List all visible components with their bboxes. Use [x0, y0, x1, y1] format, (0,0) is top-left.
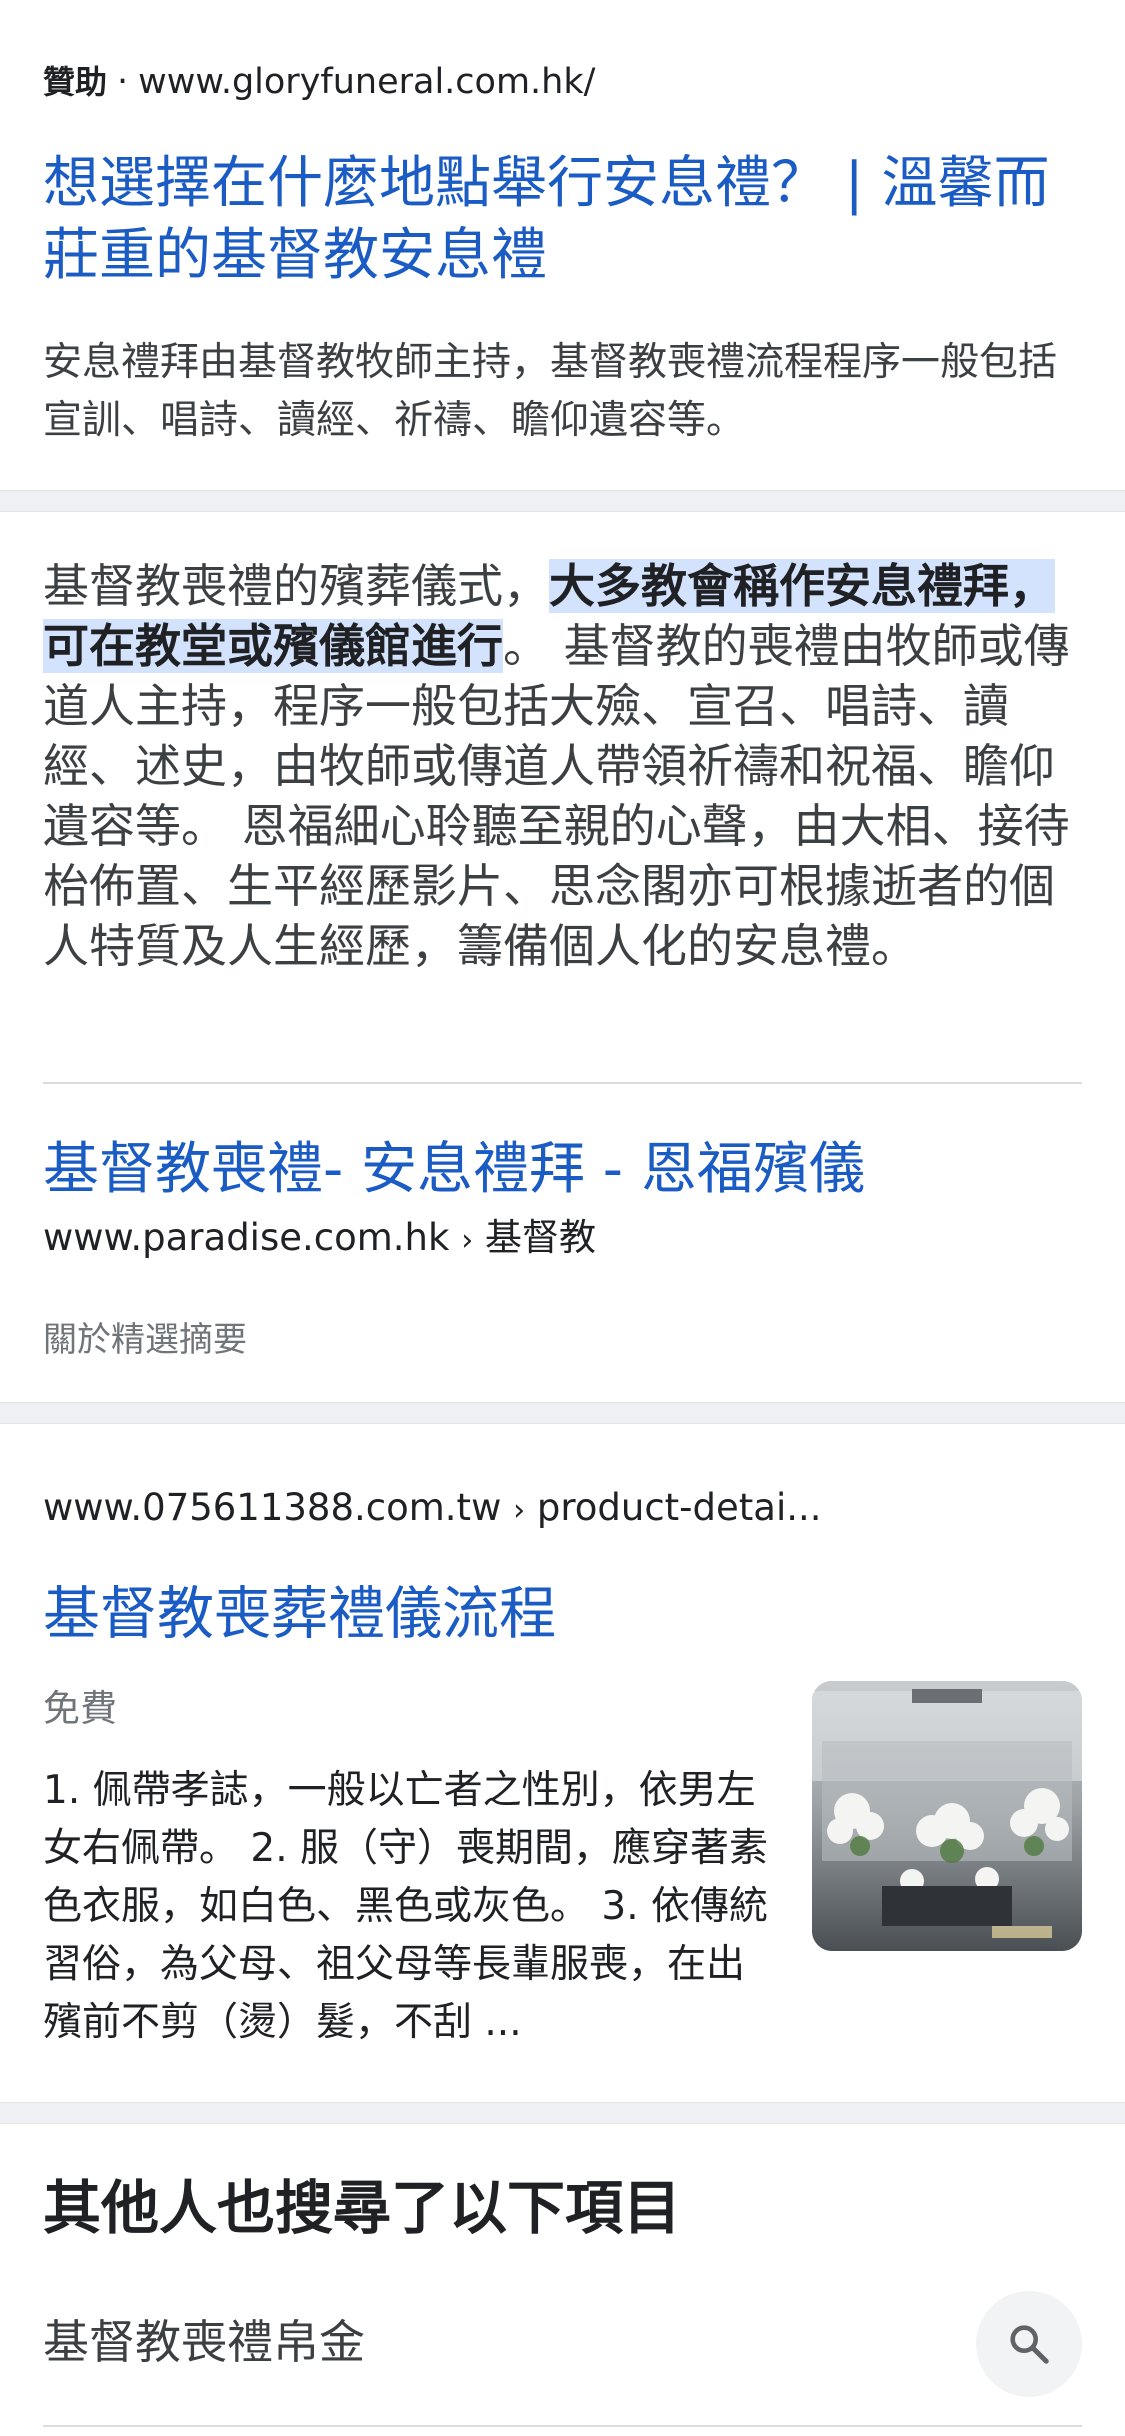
result-thumbnail[interactable] — [812, 1681, 1082, 1951]
related-search-item[interactable]: 基督教喪禮帛金 — [43, 2310, 1082, 2374]
dot-separator: · — [117, 62, 129, 102]
url-path: product-detai... — [536, 1486, 822, 1529]
result-description: 1. 佩帶孝誌，一般以亡者之性別，依男左女右佩帶。 2. 服（守）喪期間，應穿著… — [43, 1768, 769, 2045]
ad-url-line[interactable]: 贊助 · www.gloryfuneral.com.hk/ — [43, 58, 1082, 106]
about-snippet-link[interactable]: 關於精選摘要 — [43, 1316, 1082, 1364]
related-search-button[interactable] — [976, 2291, 1082, 2397]
people-also-search-heading: 其他人也搜尋了以下項目 — [43, 2174, 682, 2242]
ad-description: 安息禮拜由基督教牧師主持，基督教喪禮流程程序一般包括宣訓、唱詩、讀經、祈禱、瞻仰… — [43, 340, 1058, 443]
ad-url[interactable]: www.gloryfuneral.com.hk/ — [138, 62, 595, 102]
card-separator — [0, 1402, 1125, 1424]
sponsored-badge: 贊助 — [43, 63, 108, 101]
funeral-flowers-image — [812, 1681, 1082, 1951]
ad-result-card: 贊助 · www.gloryfuneral.com.hk/ 想選擇在什麼地點舉行安息… — [0, 0, 1125, 490]
snippet-source-link[interactable]: 基督教喪禮- 安息禮拜 - 恩福殯儀 — [43, 1132, 1082, 1208]
result-title-link[interactable]: 基督教喪葬禮儀流程 — [43, 1576, 1082, 1652]
breadcrumb-separator: › — [461, 1223, 474, 1258]
snippet-divider — [43, 1082, 1082, 1084]
card-separator — [0, 490, 1125, 512]
snippet-text-before: 基督教喪禮的殯葬儀式， — [43, 559, 549, 613]
url-domain: www.paradise.com.hk — [43, 1216, 450, 1259]
card-separator — [0, 2102, 1125, 2124]
related-item-divider — [43, 2425, 1082, 2427]
result-url[interactable]: www.075611388.com.tw › product-detai... — [43, 1482, 1082, 1537]
snippet-source-url[interactable]: www.paradise.com.hk › 基督教 — [43, 1212, 1082, 1267]
breadcrumb-separator: › — [513, 1493, 526, 1528]
search-icon — [1010, 2325, 1049, 2364]
ad-title-link[interactable]: 想選擇在什麼地點舉行安息禮？ | 溫馨而莊重的基督教安息禮 — [43, 148, 1082, 292]
url-path: 基督教 — [484, 1216, 596, 1259]
snippet-text: 基督教喪禮的殯葬儀式，大多教會稱作安息禮拜，可在教堂或殯儀館進行。 基督教的喪禮… — [43, 556, 1082, 976]
url-domain: www.075611388.com.tw — [43, 1486, 502, 1529]
